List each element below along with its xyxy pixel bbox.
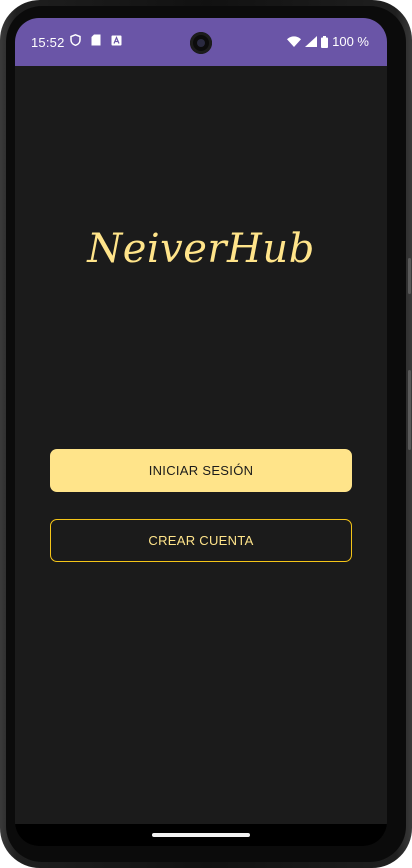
create-account-button-label: CREAR CUENTA [148, 533, 254, 548]
shield-icon [70, 34, 81, 46]
notification-icons [70, 34, 122, 46]
status-bar: 15:52 100 % [15, 18, 387, 66]
keyboard-a-icon [111, 35, 122, 46]
status-time: 15:52 [31, 35, 65, 50]
app-logo: NeiverHub [87, 226, 315, 272]
system-icons: 100 % [287, 34, 369, 49]
battery-percent: 100 % [332, 34, 369, 49]
login-button-label: INICIAR SESIÓN [148, 463, 254, 478]
power-button [408, 258, 411, 294]
volume-button [408, 370, 411, 450]
phone-screen: 15:52 100 % NeiverHub INICIAR SESIÓN CRE… [15, 18, 387, 846]
create-account-button[interactable]: CREAR CUENTA [50, 519, 352, 562]
battery-icon [321, 35, 329, 48]
wifi-icon [287, 36, 302, 47]
home-gesture-handle[interactable] [152, 833, 250, 837]
login-button[interactable]: INICIAR SESIÓN [50, 449, 352, 492]
device-frame: 15:52 100 % NeiverHub INICIAR SESIÓN CRE… [0, 0, 412, 868]
navigation-bar [15, 824, 387, 846]
sd-card-icon [91, 34, 101, 46]
front-camera [190, 32, 212, 54]
signal-icon [305, 36, 318, 47]
